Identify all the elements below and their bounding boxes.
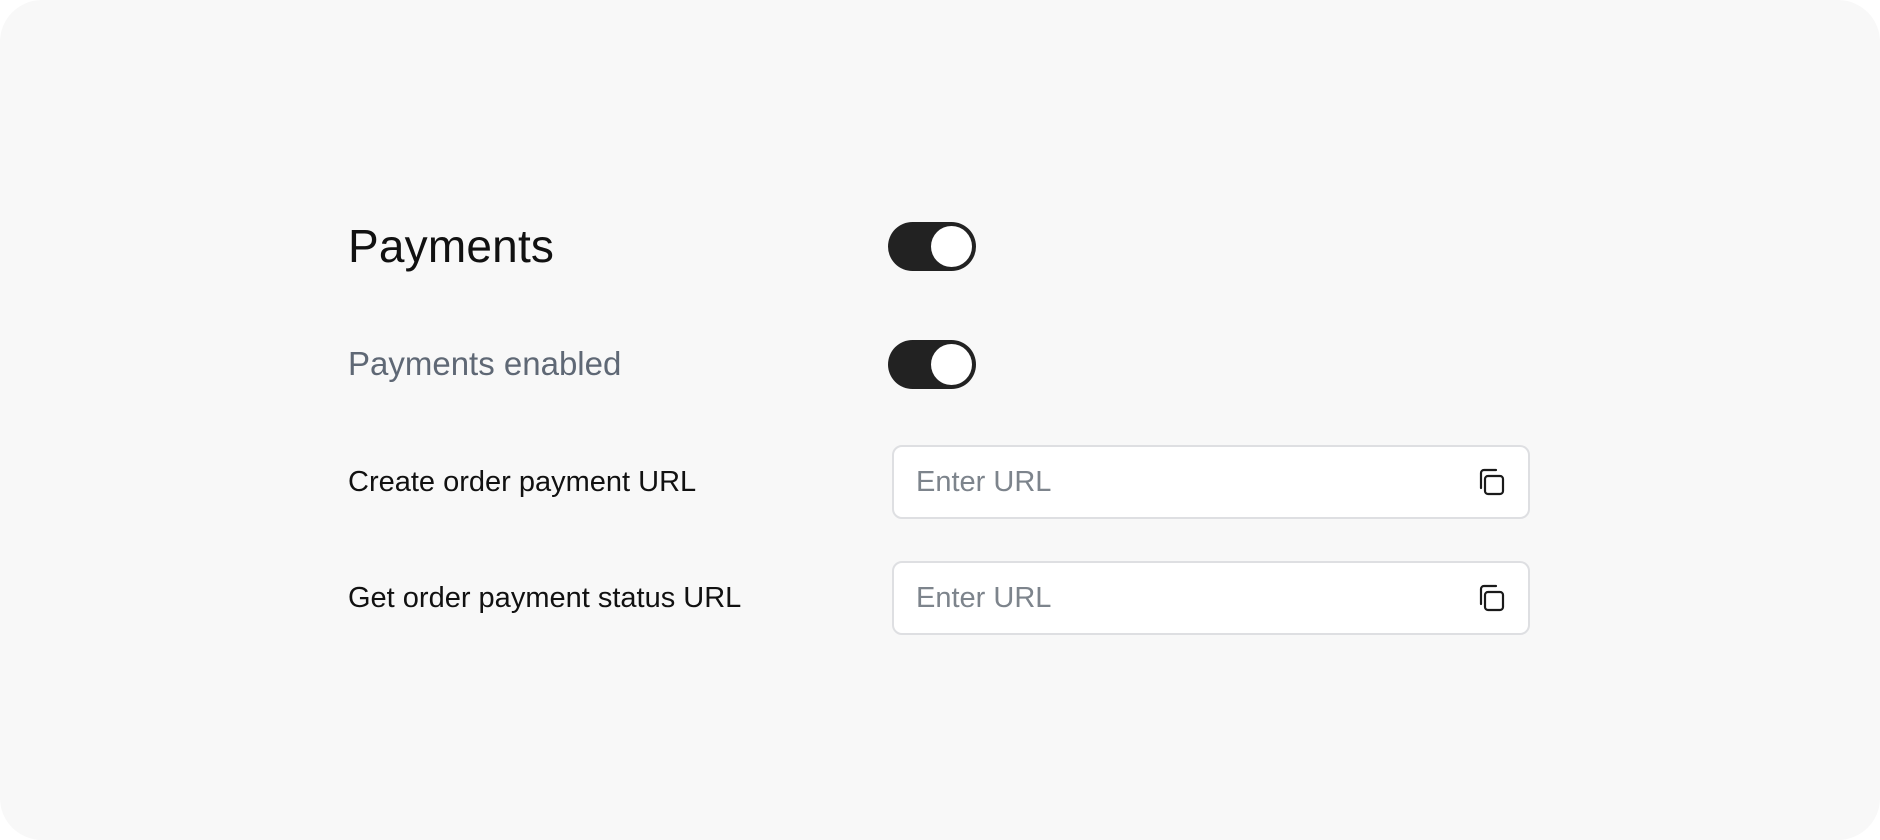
get-order-status-url-field: [892, 561, 1530, 635]
payments-enabled-row: Payments enabled: [348, 339, 1534, 389]
payments-toggle[interactable]: [888, 221, 976, 271]
get-order-status-url-label: Get order payment status URL: [348, 581, 742, 614]
payments-header-label-col: Payments: [348, 219, 888, 273]
create-order-url-input[interactable]: [894, 452, 1436, 512]
toggle-knob: [931, 343, 972, 385]
copy-icon[interactable]: [1474, 581, 1508, 615]
payments-enabled-label-col: Payments enabled: [348, 345, 888, 383]
get-order-status-url-label-col: Get order payment status URL: [348, 582, 888, 615]
copy-icon[interactable]: [1474, 465, 1508, 499]
create-order-url-label: Create order payment URL: [348, 465, 697, 498]
payments-settings-panel: Payments Payments enabled Create order p…: [0, 0, 1880, 840]
toggle-knob: [931, 225, 972, 267]
payments-enabled-toggle[interactable]: [888, 339, 976, 389]
get-order-status-url-input[interactable]: [894, 568, 1436, 628]
create-order-url-label-col: Create order payment URL: [348, 466, 888, 499]
create-order-url-row: Create order payment URL: [348, 445, 1534, 519]
payments-enabled-label: Payments enabled: [348, 345, 622, 382]
create-order-url-field: [892, 445, 1530, 519]
get-order-status-url-row: Get order payment status URL: [348, 561, 1534, 635]
page-title: Payments: [348, 220, 555, 272]
payments-header-row: Payments: [348, 218, 1534, 274]
